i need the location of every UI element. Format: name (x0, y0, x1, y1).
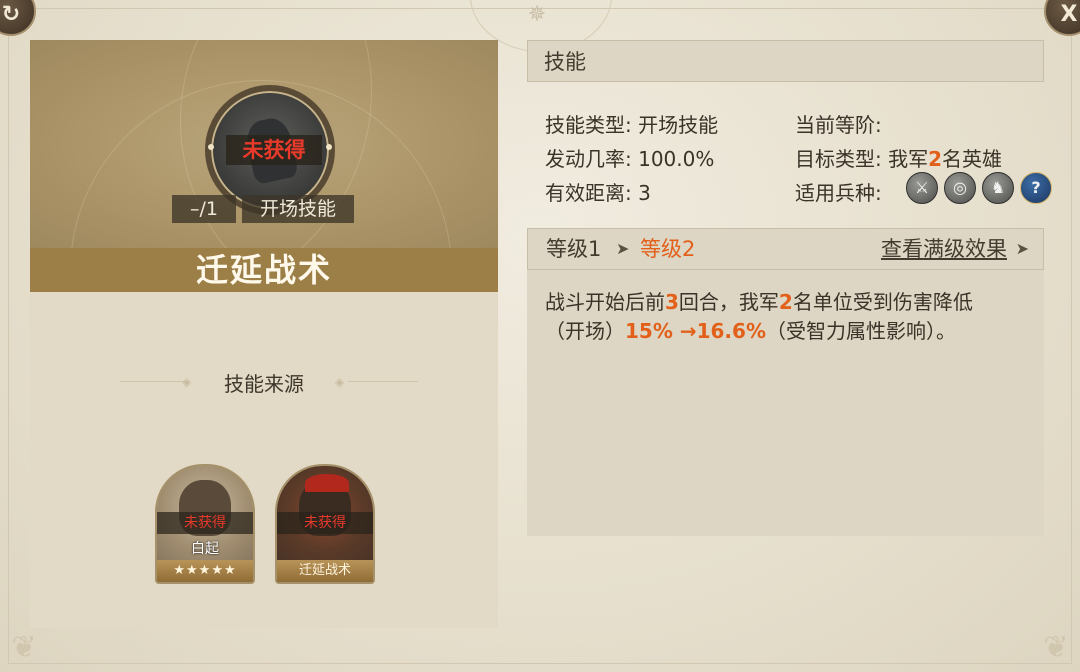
arrow-right-icon: ➤ (1015, 239, 1029, 258)
desc-units: 2 (778, 290, 793, 314)
target-type-suffix: 名英雄 (942, 147, 1003, 171)
hero-card-bai-qi[interactable]: 未获得 白起 ★★★★★ (155, 464, 255, 584)
troop-type-label: 适用兵种: (795, 181, 882, 205)
skill-source-title: 技能来源 (224, 372, 304, 396)
trigger-rate-row: 发动几率: 100.0% (545, 143, 714, 172)
current-rank-label: 当前等阶: (795, 113, 882, 137)
card-unobtained-label: 未获得 (277, 512, 373, 534)
level-1-tab[interactable]: 等级1 (546, 229, 601, 269)
help-icon[interactable]: ? (1020, 172, 1052, 204)
desc-text: 名单位受到伤害降低 (792, 290, 973, 314)
target-icon: ◎ (944, 172, 976, 204)
trigger-rate-label: 发动几率: (545, 147, 632, 171)
target-type-label: 目标类型: (795, 147, 882, 171)
level-2-tab[interactable]: 等级2 (640, 229, 695, 269)
skill-type-value: 开场技能 (638, 113, 719, 137)
card-skill-label: 迁延战术 (277, 560, 373, 582)
skill-book-card[interactable]: 未获得 迁延战术 (275, 464, 375, 584)
range-value: 3 (638, 181, 651, 205)
skill-level-tag: –/1 (172, 195, 236, 223)
desc-rounds: 3 (665, 290, 679, 314)
hero-name: 白起 (191, 541, 219, 557)
helmet-crest-icon (305, 474, 349, 492)
desc-text: （开场） (545, 319, 625, 343)
arrow-right-icon: ➤ (616, 239, 630, 258)
skill-description: 战斗开始后前3回合，我军2名单位受到伤害降低 （开场）15% →16.6%（受智力… (545, 288, 1031, 346)
level-bar: 等级1 ➤ 等级2 查看满级效果 ➤ (527, 228, 1044, 270)
compass-ornament-icon: ✵ (527, 2, 547, 27)
target-type-prefix: 我军 (888, 147, 929, 171)
desc-text: 回合，我军 (678, 290, 779, 314)
corner-ornament-icon: ❦ (1043, 630, 1069, 665)
range-row: 有效距离: 3 (545, 177, 651, 206)
star-rating: ★★★★★ (157, 560, 253, 582)
target-type-row: 目标类型: 我军2名英雄 (795, 143, 1002, 172)
skill-name: 迁延战术 (30, 248, 498, 292)
target-count: 2 (928, 147, 943, 171)
troop-type-row: 适用兵种: (795, 177, 882, 206)
skill-section-header: 技能 (527, 40, 1044, 82)
skill-type-label: 技能类型: (545, 113, 632, 137)
current-rank-row: 当前等阶: (795, 109, 882, 138)
horse-icon: ♞ (982, 172, 1014, 204)
desc-text: （受智力属性影响）。 (765, 319, 956, 343)
trigger-rate-value: 100.0% (638, 147, 715, 171)
desc-value: 15% →16.6% (625, 319, 766, 343)
view-max-level-link[interactable]: 查看满级效果 (881, 229, 1007, 269)
corner-ornament-icon: ❦ (11, 630, 37, 665)
icon-dot (326, 144, 332, 150)
skill-overview-panel: 未获得 –/1 开场技能 迁延战术 ◈ 技能来源 ◈ 未获得 白起 ★★★★★ … (30, 40, 498, 628)
card-unobtained-label: 未获得 (157, 512, 253, 534)
desc-text: 战斗开始后前 (545, 290, 665, 314)
skill-description-box: 战斗开始后前3回合，我军2名单位受到伤害降低 （开场）15% →16.6%（受智力… (527, 270, 1044, 536)
skill-hero-area: 未获得 –/1 开场技能 (30, 40, 498, 248)
unobtained-label: 未获得 (226, 135, 322, 165)
icon-dot (208, 144, 214, 150)
diamond-icon: ◈ (335, 375, 345, 389)
skill-type-tag: 开场技能 (242, 195, 354, 223)
divider-line (348, 381, 418, 382)
range-label: 有效距离: (545, 181, 632, 205)
sword-icon: ⚔ (906, 172, 938, 204)
skill-type-row: 技能类型: 开场技能 (545, 109, 718, 138)
